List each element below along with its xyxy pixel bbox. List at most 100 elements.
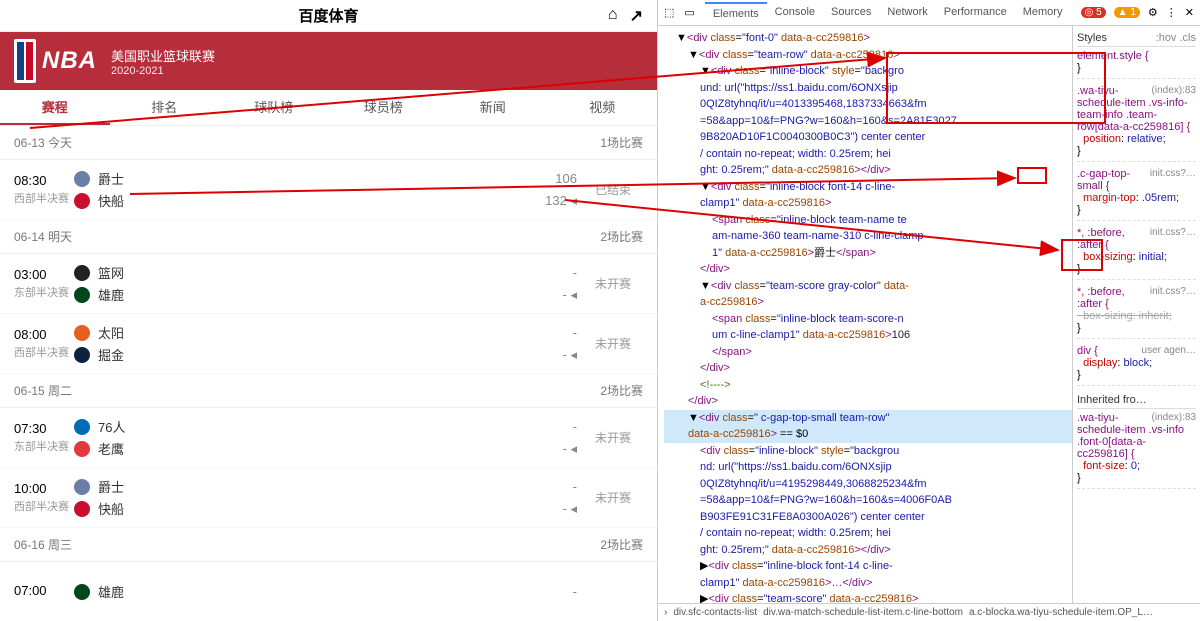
team-row: 篮网 [74,262,523,284]
dom-line[interactable]: <div class="inline-block" style="backgro… [664,443,1072,460]
breadcrumb-item[interactable]: div.wa-match-schedule-list-item.c-line-b… [763,607,963,618]
devtools-tab-sources[interactable]: Sources [823,2,879,24]
tab-2[interactable]: 球队榜 [219,90,329,125]
dom-line[interactable]: um c-line-clamp1" data-a-cc259816>106 [664,327,1072,344]
style-rule[interactable]: (index):83.wa-tiyu-schedule-item .vs-inf… [1077,412,1196,489]
team-score: - [523,476,577,498]
dom-line[interactable]: und: url("https://ss1.baidu.com/6ONXsjip [664,80,1072,97]
style-rule[interactable]: init.css?….c-gap-top-small { margin-top:… [1077,168,1196,221]
tab-5[interactable]: 视频 [548,90,658,125]
team-logo-icon [74,584,90,600]
styles-panel[interactable]: Styles:hov .clselement.style {}(index):8… [1072,26,1200,603]
dom-line[interactable]: 1" data-a-cc259816>爵士</span> [664,245,1072,262]
match-time: 08:30 [14,173,74,188]
match-time: 07:00 [14,583,74,598]
dom-line[interactable]: ▼<div class="inline-block" style="backgr… [664,63,1072,80]
style-rule[interactable]: (index):83.wa-tiyu-schedule-item .vs-inf… [1077,85,1196,162]
dom-line[interactable]: </div> [664,261,1072,278]
dom-line[interactable]: clamp1" data-a-cc259816>…</div> [664,575,1072,592]
style-rule[interactable]: init.css?…*, :before, :after { box-sizin… [1077,286,1196,339]
settings-icon[interactable]: ⚙ [1148,6,1158,19]
match-row[interactable]: 08:00西部半决赛太阳掘金-- ◂未开赛 [0,314,657,374]
league-logo-text: NBA [42,47,97,75]
match-row[interactable]: 07:00雄鹿- [0,562,657,621]
team-score: - ◂ [523,344,577,366]
app-header: 百度体育 ⌂ ↗ [0,0,657,32]
tab-3[interactable]: 球员榜 [329,90,439,125]
dom-breadcrumb[interactable]: › div.sfc-contacts-list div.wa-match-sched… [658,603,1200,621]
tab-4[interactable]: 新闻 [438,90,548,125]
dom-line[interactable]: <span class="inline-block team-name te [664,212,1072,229]
team-score: 106 [523,168,577,190]
dom-line[interactable]: </div> [664,360,1072,377]
tab-1[interactable]: 排名 [110,90,220,125]
match-status: 未开赛 [583,275,643,292]
dom-line[interactable]: nd: url("https://ss1.baidu.com/6ONXsjip [664,459,1072,476]
warning-badge[interactable]: ▲ 1 [1114,7,1140,18]
dom-line[interactable]: <!----> [664,377,1072,394]
dom-line[interactable]: / contain no-repeat; width: 0.25rem; hei [664,525,1072,542]
dom-line[interactable]: data-a-cc259816> == $0 [664,426,1072,443]
devtools-tab-elements[interactable]: Elements [705,2,767,24]
match-row[interactable]: 10:00西部半决赛爵士快船-- ◂未开赛 [0,468,657,528]
schedule-list[interactable]: 06-13 今天1场比赛08:30西部半决赛爵士快船106132 ◂已结束06-… [0,126,657,621]
dom-line[interactable]: ght: 0.25rem;" data-a-cc259816></div> [664,542,1072,559]
dom-line[interactable]: 0QIZ8tyhnq/it/u=4013395468,1837334663&fm [664,96,1072,113]
team-logo-icon [74,325,90,341]
dom-line[interactable]: <span class="inline-block team-score-n [664,311,1072,328]
dom-line[interactable]: =58&app=10&f=PNG?w=160&h=160&s=2A81F3027 [664,113,1072,130]
dom-line[interactable]: / contain no-repeat; width: 0.25rem; hei [664,146,1072,163]
dom-line[interactable]: ght: 0.25rem;" data-a-cc259816></div> [664,162,1072,179]
match-status: 已结束 [583,181,643,198]
match-time: 07:30 [14,421,74,436]
inspect-icon[interactable]: ⬚ [664,6,674,19]
dom-line[interactable]: </span> [664,344,1072,361]
dom-line[interactable]: </div> [664,393,1072,410]
breadcrumb-caret[interactable]: › [664,607,667,618]
devtools-tab-console[interactable]: Console [767,2,823,24]
team-row: 76人 [74,416,523,438]
devtools-tab-network[interactable]: Network [879,2,935,24]
dom-line[interactable]: ▼<div class="inline-block font-14 c-line… [664,179,1072,196]
style-rule[interactable]: init.css?…*, :before, :after { box-sizin… [1077,227,1196,280]
home-icon[interactable]: ⌂ [608,6,618,26]
match-status: 未开赛 [583,335,643,352]
breadcrumb-item[interactable]: div.sfc-contacts-list [673,607,757,618]
league-season: 2020-2021 [111,65,215,77]
style-rule[interactable]: user agen…div { display: block;} [1077,345,1196,386]
dom-line[interactable]: ▼<div class="team-score gray-color" data… [664,278,1072,295]
error-badge[interactable]: ◎ 5 [1081,7,1106,18]
dom-line[interactable]: ▶<div class="inline-block font-14 c-line… [664,558,1072,575]
team-logo-icon [74,265,90,281]
dom-line[interactable]: a-cc259816> [664,294,1072,311]
match-row[interactable]: 07:30东部半决赛76人老鹰-- ◂未开赛 [0,408,657,468]
devtools-body: ▼<div class="font-0" data-a-cc259816>▼<d… [658,26,1200,603]
more-icon[interactable]: ⋮ [1166,6,1177,19]
device-icon[interactable]: ▭ [684,6,694,19]
league-subtitle: 美国职业篮球联赛 [111,46,215,65]
devtools-tab-memory[interactable]: Memory [1015,2,1071,24]
dom-line[interactable]: ▶<div class="team-score" data-a-cc259816… [664,591,1072,603]
team-score: - [523,322,577,344]
team-score: - [523,416,577,438]
dom-line[interactable]: =58&app=10&f=PNG?w=160&h=160&s=4006F0AB [664,492,1072,509]
close-icon[interactable]: ✕ [1185,6,1194,19]
dom-line[interactable]: am-name-360 team-name-310 c-line-clamp [664,228,1072,245]
match-row[interactable]: 03:00东部半决赛篮网雄鹿-- ◂未开赛 [0,254,657,314]
tab-0[interactable]: 赛程 [0,90,110,125]
style-rule[interactable]: element.style {} [1077,50,1196,79]
dom-line[interactable]: clamp1" data-a-cc259816> [664,195,1072,212]
breadcrumb-item[interactable]: a.c-blocka.wa-tiyu-schedule-item.OP_L… [969,607,1153,618]
dom-line[interactable]: ▼<div class="team-row" data-a-cc259816> [664,47,1072,64]
devtools-tab-performance[interactable]: Performance [936,2,1015,24]
dom-line[interactable]: B903FE91C31FE8A0300A026") center center [664,509,1072,526]
dom-line[interactable]: ▼<div class="font-0" data-a-cc259816> [664,30,1072,47]
match-row[interactable]: 08:30西部半决赛爵士快船106132 ◂已结束 [0,160,657,220]
share-icon[interactable]: ↗ [630,6,643,26]
dom-line[interactable]: ▼<div class=" c-gap-top-small team-row" [664,410,1072,427]
dom-tree[interactable]: ▼<div class="font-0" data-a-cc259816>▼<d… [658,26,1072,603]
team-name: 76人 [98,417,125,436]
team-score: - ◂ [523,284,577,306]
dom-line[interactable]: 0QIZ8tyhnq/it/u=4195298449,3068825234&fm [664,476,1072,493]
dom-line[interactable]: 9B820AD10F1C0040300B0C3") center center [664,129,1072,146]
